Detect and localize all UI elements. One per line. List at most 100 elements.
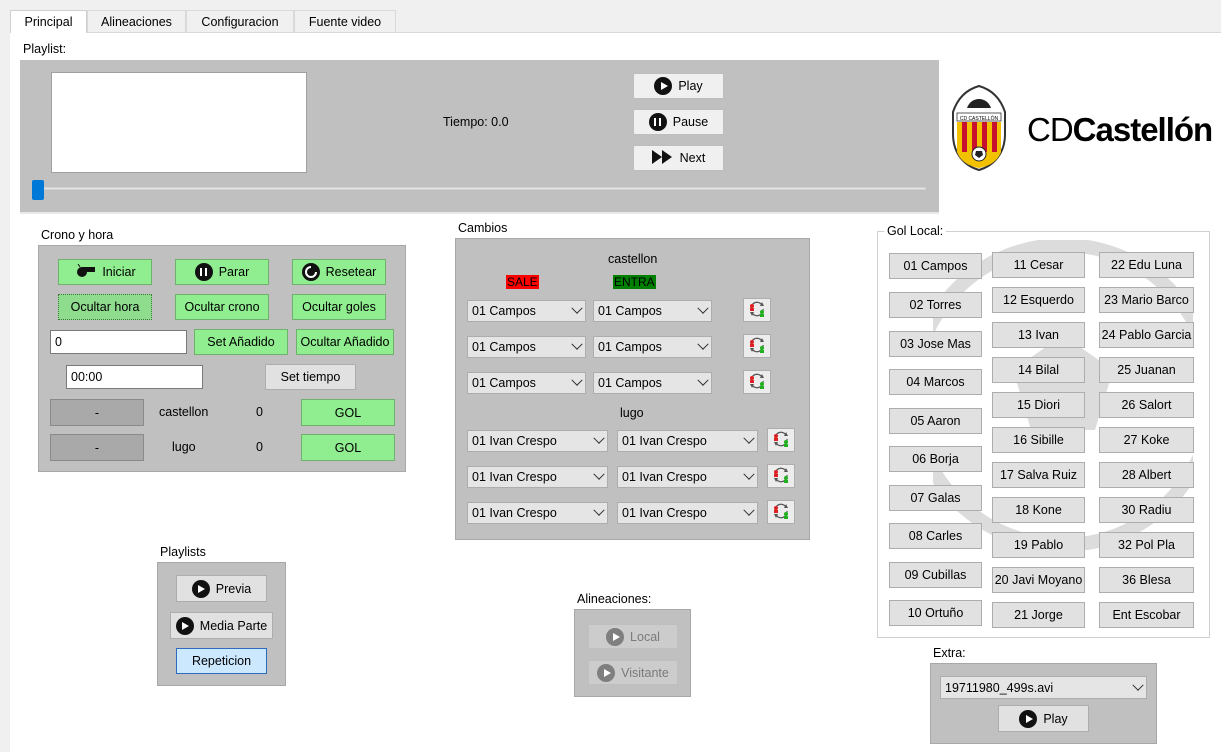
sale-player-value: 01 Ivan Crespo (472, 434, 557, 448)
gol-player-button[interactable]: 17 Salva Ruiz (992, 462, 1085, 488)
play-icon (175, 616, 194, 635)
tab-fuente-video[interactable]: Fuente video (294, 10, 396, 32)
gol-player-button[interactable]: 01 Campos (889, 253, 982, 279)
tab-configuracion[interactable]: Configuracion (186, 10, 294, 32)
anadido-input[interactable]: 0 (50, 330, 187, 354)
tab-alineaciones[interactable]: Alineaciones (87, 10, 186, 32)
playlist-panel: Tiempo: 0.0 Play Pause Next (20, 60, 939, 214)
pause-button[interactable]: Pause (633, 109, 724, 135)
gol-player-button[interactable]: 24 Pablo Garcia (1099, 322, 1194, 348)
sale-player-select[interactable]: 01 Ivan Crespo (467, 430, 608, 452)
gol-player-button[interactable]: 14 Bilal (992, 357, 1085, 383)
alineaciones-label: Alineaciones: (577, 592, 652, 606)
gol-player-button[interactable]: 32 Pol Pla (1099, 532, 1194, 558)
ocultar-anadido-button[interactable]: Ocultar Añadido (296, 329, 394, 355)
chevron-down-icon (1132, 679, 1144, 691)
wordmark-name: Castellón (1072, 111, 1214, 148)
crest-text: CD CASTELLÓN (959, 116, 999, 122)
gol-player-button[interactable]: Ent Escobar (1099, 602, 1194, 628)
sale-player-select[interactable]: 01 Campos (467, 336, 586, 358)
gol-player-button[interactable]: 05 Aaron (889, 408, 982, 434)
gol-player-button[interactable]: 19 Pablo (992, 532, 1085, 558)
gol-player-button[interactable]: 04 Marcos (889, 369, 982, 395)
visitante-button[interactable]: Visitante (588, 660, 678, 685)
gol-player-button[interactable]: 09 Cubillas (889, 562, 982, 588)
gol-player-button[interactable]: 10 Ortuño (889, 600, 982, 626)
entra-player-select[interactable]: 01 Ivan Crespo (617, 502, 758, 524)
resetear-button[interactable]: Resetear (292, 259, 386, 285)
swap-button[interactable] (743, 298, 771, 322)
entra-player-select[interactable]: 01 Campos (593, 372, 712, 394)
swap-button[interactable] (767, 500, 795, 524)
gol-player-button[interactable]: 15 Diori (992, 392, 1085, 418)
playlist-slider-track[interactable] (36, 187, 926, 190)
entra-player-select[interactable]: 01 Ivan Crespo (617, 430, 758, 452)
gol-player-button[interactable]: 11 Cesar (992, 252, 1085, 278)
sale-player-select[interactable]: 01 Ivan Crespo (467, 466, 608, 488)
gol-player-button[interactable]: 28 Albert (1099, 462, 1194, 488)
repeticion-button[interactable]: Repeticion (176, 648, 267, 674)
iniciar-button[interactable]: Iniciar (58, 259, 152, 285)
gol-local-groupbox: 01 Campos 02 Torres 03 Jose Mas 04 Marcos 05… (877, 231, 1220, 638)
entra-player-select[interactable]: 01 Campos (593, 336, 712, 358)
entra-player-select[interactable]: 01 Campos (593, 300, 712, 322)
gol-player-button[interactable]: 12 Esquerdo (992, 287, 1085, 313)
ocultar-hora-button[interactable]: Ocultar hora (58, 294, 152, 320)
gol-player-button[interactable]: 22 Edu Luna (1099, 252, 1194, 278)
entra-player-value: 01 Ivan Crespo (622, 470, 707, 484)
entra-player-value: 01 Campos (598, 304, 662, 318)
swap-button[interactable] (767, 428, 795, 452)
set-tiempo-button[interactable]: Set tiempo (265, 364, 356, 390)
gol-player-button[interactable]: 26 Salort (1099, 392, 1194, 418)
sale-player-select[interactable]: 01 Ivan Crespo (467, 502, 608, 524)
entra-player-value: 01 Ivan Crespo (622, 434, 707, 448)
extra-file-select[interactable]: 19711980_499s.avi (940, 676, 1147, 699)
gol-player-button[interactable]: 30 Radiu (1099, 497, 1194, 523)
gol-player-button[interactable]: 36 Blesa (1099, 567, 1194, 593)
play-button[interactable]: Play (633, 73, 724, 99)
entra-player-value: 01 Ivan Crespo (622, 506, 707, 520)
swap-button[interactable] (767, 464, 795, 488)
swap-players-icon (747, 336, 767, 357)
previa-button[interactable]: Previa (176, 575, 267, 602)
ocultar-crono-button[interactable]: Ocultar crono (175, 294, 269, 320)
extra-file-value: 19711980_499s.avi (945, 680, 1054, 695)
gol-player-button[interactable]: 07 Galas (889, 485, 982, 511)
ocultar-goles-button[interactable]: Ocultar goles (292, 294, 386, 320)
gol-player-button[interactable]: 02 Torres (889, 292, 982, 318)
parar-button[interactable]: Parar (175, 259, 269, 285)
swap-button[interactable] (743, 370, 771, 394)
team2-minus-button[interactable]: - (50, 434, 144, 461)
gol-player-button[interactable]: 18 Kone (992, 497, 1085, 523)
team1-minus-button[interactable]: - (50, 399, 144, 426)
gol-player-button[interactable]: 20 Javi Moyano (992, 567, 1085, 593)
media-parte-button[interactable]: Media Parte (170, 612, 273, 639)
sale-player-select[interactable]: 01 Campos (467, 372, 586, 394)
next-button[interactable]: Next (633, 145, 724, 171)
play-icon (191, 579, 210, 598)
gol-player-button[interactable]: 13 Ivan (992, 322, 1085, 348)
playlist-list[interactable] (51, 72, 307, 173)
extra-play-button[interactable]: Play (998, 705, 1089, 732)
gol-player-button[interactable]: 06 Borja (889, 446, 982, 472)
gol-player-button[interactable]: 25 Juanan (1099, 357, 1194, 383)
gol-player-button[interactable]: 03 Jose Mas (889, 331, 982, 357)
tiempo-input[interactable]: 00:00 (66, 365, 203, 389)
playlist-slider-handle[interactable] (32, 180, 44, 200)
tab-principal[interactable]: Principal (10, 10, 87, 33)
crono-panel: Iniciar Parar Resetear Ocultar hora Ocul… (38, 245, 406, 472)
resetear-label: Resetear (325, 265, 377, 279)
swap-button[interactable] (743, 334, 771, 358)
set-anadido-button[interactable]: Set Añadido (194, 329, 288, 355)
gol-player-button[interactable]: 23 Mario Barco (1099, 287, 1194, 313)
gol-player-button[interactable]: 08 Carles (889, 523, 982, 549)
gol-player-button[interactable]: 16 Sibille (992, 427, 1085, 453)
gol-player-button[interactable]: 21 Jorge (992, 602, 1085, 628)
extra-play-label: Play (1043, 711, 1068, 726)
team1-gol-button[interactable]: GOL (301, 399, 395, 426)
sale-player-select[interactable]: 01 Campos (467, 300, 586, 322)
gol-player-button[interactable]: 27 Koke (1099, 427, 1194, 453)
local-button[interactable]: Local (588, 624, 678, 649)
team2-gol-button[interactable]: GOL (301, 434, 395, 461)
entra-player-select[interactable]: 01 Ivan Crespo (617, 466, 758, 488)
